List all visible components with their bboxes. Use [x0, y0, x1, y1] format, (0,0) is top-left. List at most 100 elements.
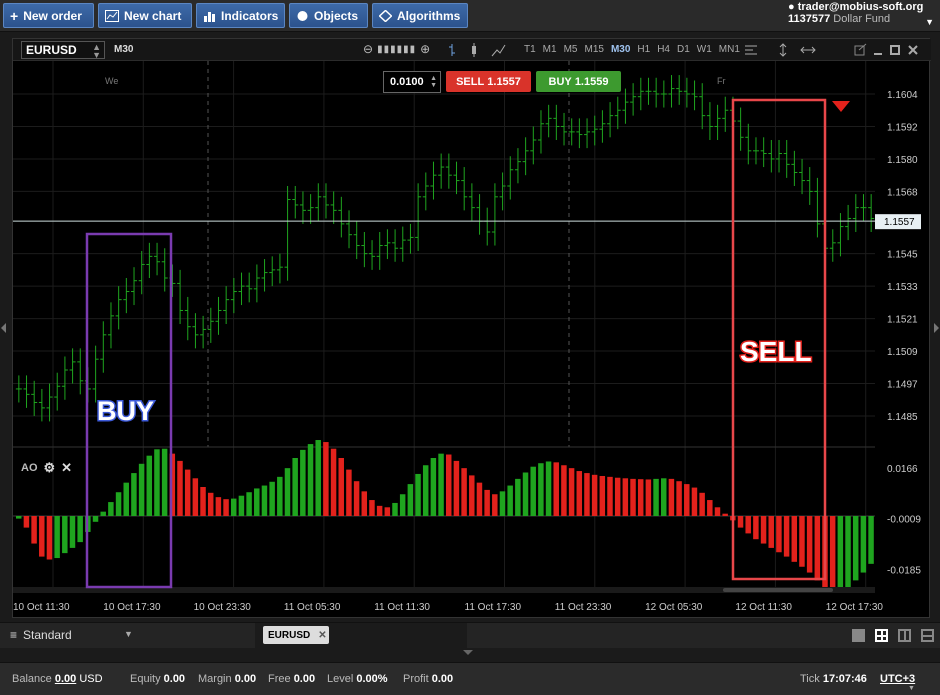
layout-rows-icon[interactable] — [921, 629, 934, 642]
ao-bar — [254, 488, 260, 516]
ao-bar — [553, 462, 559, 516]
ao-bar — [476, 482, 483, 516]
scrollbar-thumb[interactable] — [723, 588, 833, 592]
maximize-icon[interactable] — [890, 45, 900, 55]
free-field: Free 0.00 — [268, 673, 315, 685]
line-chart-icon[interactable] — [491, 44, 506, 57]
ao-bar — [323, 442, 329, 516]
price-bar — [399, 226, 406, 262]
account-info[interactable]: ● trader@mobius-soft.org 1137577 Dollar … — [788, 1, 934, 27]
collapse-handle[interactable] — [463, 650, 473, 655]
window-controls — [745, 43, 918, 57]
timeframe-t1[interactable]: T1 — [524, 44, 536, 55]
left-panel-arrow-icon[interactable] — [1, 323, 6, 333]
price-bar — [806, 167, 813, 205]
new-chart-button[interactable]: New chart — [98, 3, 192, 28]
timeframe-h1[interactable]: H1 — [637, 44, 650, 55]
balance-value[interactable]: 0.00 — [55, 673, 76, 685]
new-order-button[interactable]: + New order — [3, 3, 94, 28]
buy-button[interactable]: BUY 1.1559 — [536, 71, 621, 92]
ao-bar — [599, 475, 606, 516]
zoom-in-icon[interactable]: ⊕ — [420, 42, 430, 56]
zoom-control[interactable]: ⊖ ▮▮▮▮▮▮ ⊕ — [363, 42, 430, 56]
sell-button[interactable]: SELL 1.1557 — [446, 71, 531, 92]
price-bar — [468, 183, 475, 222]
timeframe-m30[interactable]: M30 — [611, 44, 630, 55]
price-bar — [760, 137, 767, 168]
ao-bar — [69, 516, 76, 548]
zoom-out-icon[interactable]: ⊖ — [363, 42, 373, 56]
ao-bar — [492, 494, 498, 516]
symbol-selector[interactable]: EURUSD ▲ ▼ — [21, 41, 105, 60]
workspace-selector[interactable]: ≡ Standard — [10, 628, 72, 642]
timeframe-m15[interactable]: M15 — [584, 44, 603, 55]
price-tick-label: 1.1592 — [887, 122, 918, 133]
layout-single-icon[interactable] — [852, 629, 865, 642]
balance-label: Balance — [12, 673, 52, 685]
detach-icon[interactable] — [854, 43, 867, 56]
indicator-label: AO ⚙ ✕ — [21, 460, 72, 476]
workspace-dropdown-icon[interactable]: ▼ — [124, 629, 133, 639]
time-tick-label: 10 Oct 17:30 — [103, 602, 161, 613]
new-chart-label: New chart — [124, 8, 182, 23]
ao-bar — [407, 484, 414, 516]
timeframe-mn1[interactable]: MN1 — [719, 44, 740, 55]
timeframe-m1[interactable]: M1 — [543, 44, 557, 55]
account-dropdown-icon[interactable]: ▼ — [925, 17, 934, 27]
price-bar — [522, 137, 529, 176]
horizontal-scale-icon[interactable] — [800, 46, 816, 54]
indicators-icon — [204, 11, 215, 22]
chart-settings-icon[interactable] — [745, 45, 757, 55]
ao-bar — [16, 516, 22, 519]
sell-price: 1.1557 — [487, 75, 521, 88]
price-bar — [799, 158, 806, 195]
price-bar — [607, 102, 614, 138]
price-bar — [484, 207, 491, 246]
price-bar — [284, 186, 291, 281]
bar-chart-icon[interactable] — [449, 44, 455, 56]
tab-eurusd[interactable]: EURUSD ✕ — [263, 626, 329, 644]
ao-bar — [768, 516, 774, 548]
alert-marker-icon[interactable] — [832, 101, 850, 112]
indicator-settings-icon[interactable]: ⚙ — [44, 460, 56, 476]
lot-spinner-icon[interactable]: ▲ ▼ — [430, 75, 437, 89]
price-bar — [737, 107, 744, 151]
price-bar — [230, 278, 237, 314]
vertical-scale-icon[interactable] — [779, 43, 787, 57]
timeframe-m5[interactable]: M5 — [564, 44, 578, 55]
ao-bar — [614, 477, 621, 516]
tab-close-icon[interactable]: ✕ — [318, 630, 326, 641]
indicator-close-icon[interactable]: ✕ — [61, 460, 72, 476]
close-icon[interactable] — [908, 45, 918, 55]
candle-chart-icon[interactable] — [472, 43, 476, 57]
ao-bar — [776, 516, 782, 553]
indicators-button[interactable]: Indicators — [196, 3, 285, 28]
price-bar — [691, 80, 698, 111]
zoom-slider[interactable]: ▮▮▮▮▮▮ — [377, 44, 416, 55]
ao-bar — [484, 489, 490, 516]
price-bar — [246, 272, 253, 303]
ao-bar — [108, 502, 114, 516]
ao-bar — [699, 492, 705, 516]
price-bar — [215, 296, 222, 335]
timezone-selector[interactable]: UTC+3 ▼ — [880, 673, 915, 692]
price-bar — [392, 229, 399, 262]
timeframe-w1[interactable]: W1 — [697, 44, 712, 55]
ao-bar — [622, 478, 629, 516]
price-bar — [346, 210, 353, 249]
price-chart[interactable]: We Fr 1.1604 1.1592 1.1580 1.1568 1.1545 1.15… — [13, 61, 929, 617]
timeframe-d1[interactable]: D1 — [677, 44, 690, 55]
ao-axis: 0.0166 -0.0009 -0.0185 — [887, 464, 921, 577]
buy-price: 1.1559 — [574, 75, 609, 88]
price-bar — [276, 253, 283, 284]
right-panel-arrow-icon[interactable] — [934, 323, 939, 333]
current-price-tag-label: 1.1557 — [884, 217, 915, 228]
layout-columns-icon[interactable] — [898, 629, 911, 642]
objects-button[interactable]: Objects — [289, 3, 368, 28]
timeframe-h4[interactable]: H4 — [657, 44, 670, 55]
ao-bar — [215, 497, 222, 516]
algorithms-button[interactable]: Algorithms — [372, 3, 468, 28]
layout-grid-icon[interactable] — [875, 629, 888, 642]
price-bar — [238, 272, 245, 306]
lot-size-input[interactable]: 0.0100 ▲ ▼ — [383, 71, 441, 93]
